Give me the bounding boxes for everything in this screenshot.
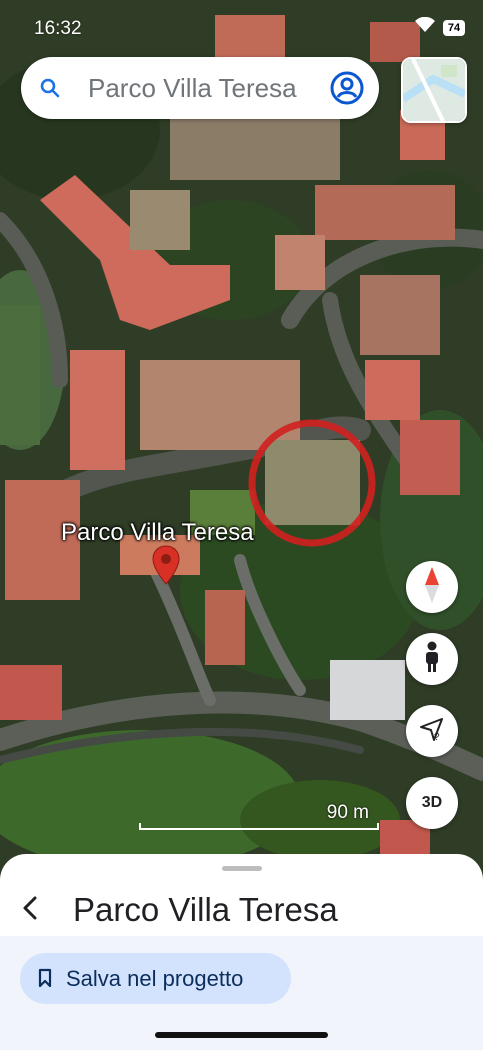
battery-level: 74 [447, 21, 461, 34]
map-layers-button[interactable] [401, 57, 467, 123]
wifi-icon [415, 16, 435, 38]
status-bar: 16:32 74 [0, 0, 483, 48]
save-to-project-label: Salva nel progetto [66, 966, 244, 991]
compass-button[interactable] [406, 561, 458, 613]
pegman-icon [421, 641, 443, 678]
back-arrow-icon [20, 895, 40, 926]
my-location-button[interactable]: ? [406, 705, 458, 757]
home-indicator[interactable] [155, 1032, 328, 1038]
search-input[interactable]: Parco Villa Teresa [88, 73, 297, 104]
bookmark-icon [38, 968, 52, 993]
3d-label: 3D [421, 794, 443, 811]
location-unknown-icon: ? [419, 716, 445, 747]
back-button[interactable] [10, 890, 50, 930]
map-scale: 90 m [139, 800, 379, 836]
status-icons: 74 [415, 16, 465, 38]
layers-thumbnail-icon [403, 59, 465, 121]
scale-bar [139, 823, 379, 830]
compass-icon [421, 566, 443, 608]
place-bottom-sheet[interactable]: Parco Villa Teresa Salva nel progetto [0, 854, 483, 1050]
account-icon[interactable] [329, 70, 365, 111]
map-place-label[interactable]: Parco Villa Teresa [61, 519, 254, 547]
sheet-drag-handle[interactable] [222, 866, 262, 871]
search-icon[interactable] [39, 77, 61, 104]
search-bar[interactable]: Parco Villa Teresa [21, 57, 379, 119]
map-pin-icon[interactable] [152, 545, 180, 590]
scale-label: 90 m [326, 802, 369, 823]
save-to-project-button[interactable]: Salva nel progetto [20, 953, 291, 1004]
place-title: Parco Villa Teresa [73, 891, 338, 928]
3d-toggle-button[interactable]: 3D [406, 777, 458, 829]
svg-text:?: ? [434, 732, 440, 742]
street-view-button[interactable] [406, 633, 458, 685]
battery-icon: 74 [443, 19, 465, 36]
status-time: 16:32 [34, 18, 82, 39]
